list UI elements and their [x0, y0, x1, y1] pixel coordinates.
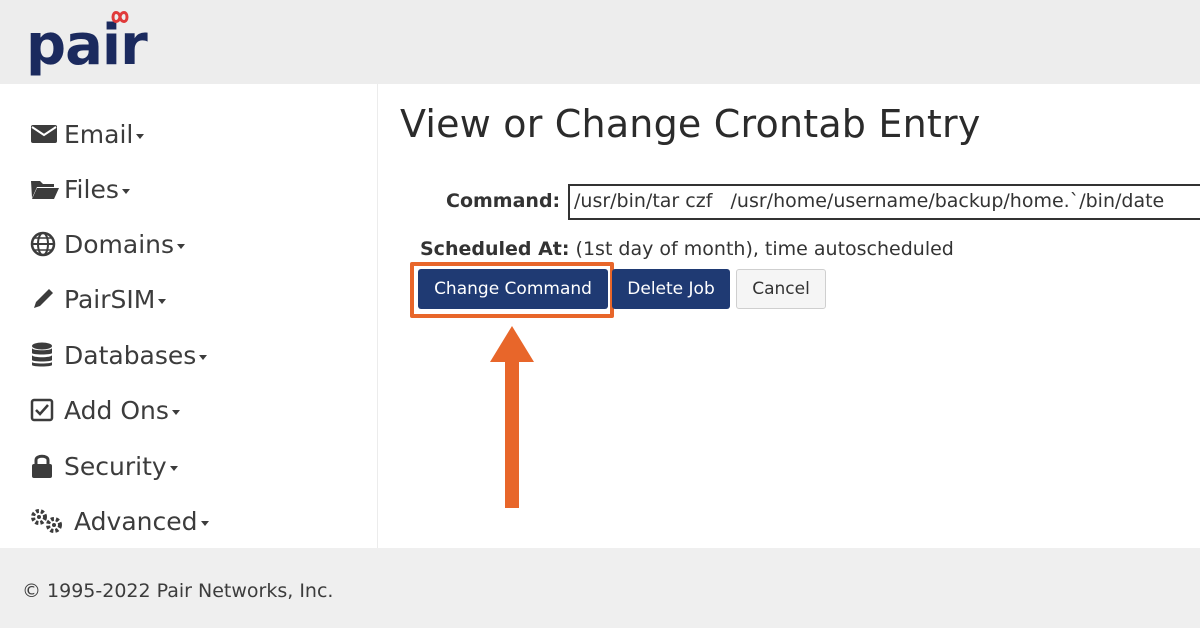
caret-down-icon — [171, 409, 180, 415]
caret-down-icon — [169, 465, 178, 471]
sidebar-item-domains[interactable]: Domains — [30, 224, 186, 264]
change-command-button[interactable]: Change Command — [418, 269, 608, 309]
pair-logo[interactable]: pair — [26, 4, 156, 84]
caret-down-icon — [158, 298, 167, 304]
main-content: View or Change Crontab Entry Command: /u… — [378, 84, 1200, 548]
sidebar-item-label: Domains — [64, 229, 175, 259]
command-label: Command: — [446, 190, 561, 212]
scheduled-row: Scheduled At: (1st day of month), time a… — [420, 238, 954, 260]
sidebar-item-label: Add Ons — [64, 395, 169, 425]
command-input[interactable]: /usr/bin/tar czf /usr/home/username/back… — [568, 184, 1200, 220]
caret-down-icon — [177, 243, 186, 249]
delete-job-button[interactable]: Delete Job — [612, 269, 730, 309]
arrow-up-icon — [490, 326, 534, 508]
folder-open-icon — [30, 175, 60, 203]
scheduled-label: Scheduled At: — [420, 238, 570, 260]
sidebar-item-email[interactable]: Email — [30, 114, 145, 154]
sidebar-nav: Email Files Domains PairSIM Databases Ad… — [0, 84, 378, 548]
sidebar-item-add-ons[interactable]: Add Ons — [30, 390, 180, 430]
sidebar-item-databases[interactable]: Databases — [30, 335, 208, 375]
caret-down-icon — [199, 354, 208, 360]
caret-down-icon — [121, 188, 130, 194]
page-title: View or Change Crontab Entry — [400, 102, 981, 146]
cancel-button[interactable]: Cancel — [736, 269, 826, 309]
sidebar-item-label: PairSIM — [64, 284, 156, 314]
sidebar-item-label: Email — [64, 119, 134, 149]
checkbox-icon — [30, 396, 60, 424]
caret-down-icon — [136, 133, 145, 139]
sidebar-item-label: Files — [64, 174, 119, 204]
envelope-icon — [30, 120, 60, 148]
copyright-text: © 1995-2022 Pair Networks, Inc. — [22, 580, 334, 602]
sidebar-item-security[interactable]: Security — [30, 446, 178, 486]
lock-icon — [30, 452, 60, 480]
database-icon — [30, 341, 60, 369]
sidebar-item-files[interactable]: Files — [30, 169, 130, 209]
scheduled-value: (1st day of month), time autoscheduled — [575, 238, 954, 260]
sidebar-item-label: Advanced — [74, 506, 198, 536]
sidebar-item-label: Security — [64, 451, 167, 481]
header: pair — [0, 0, 1200, 84]
globe-icon — [30, 230, 60, 258]
sidebar-item-advanced[interactable]: Advanced — [30, 501, 209, 541]
pencil-icon — [30, 285, 60, 313]
sidebar-item-label: Databases — [64, 340, 197, 370]
caret-down-icon — [200, 520, 209, 526]
gears-icon — [30, 507, 70, 535]
sidebar-item-pairsim[interactable]: PairSIM — [30, 279, 167, 319]
footer: © 1995-2022 Pair Networks, Inc. — [0, 548, 1200, 628]
infinity-logo-mark-icon — [111, 11, 129, 23]
